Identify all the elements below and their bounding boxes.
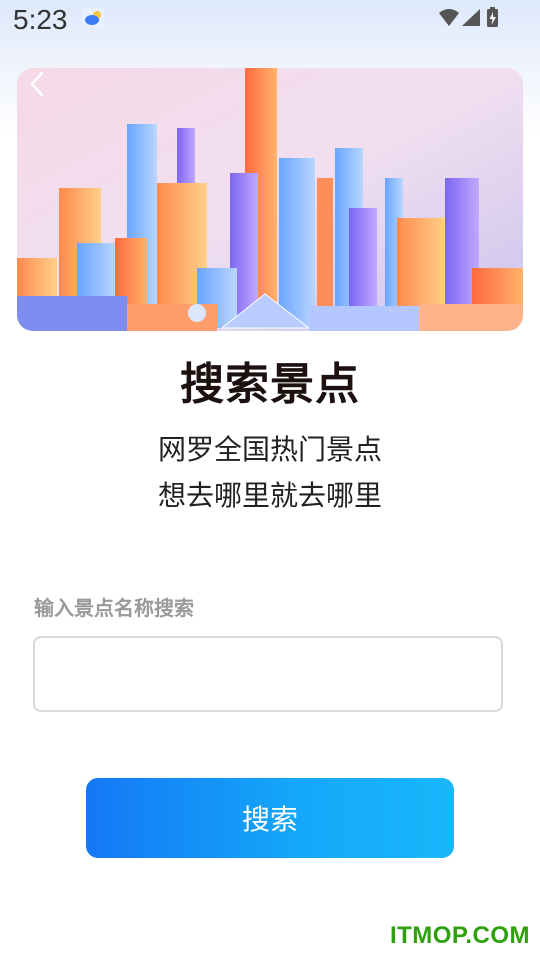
search-button[interactable]: 搜索 (86, 778, 454, 858)
signal-icon (462, 9, 480, 26)
status-time: 5:23 (13, 4, 68, 35)
subtitle-line-2: 想去哪里就去哪里 (157, 479, 382, 512)
search-input-label: 输入景点名称搜索 (34, 596, 194, 620)
search-input[interactable] (33, 636, 503, 712)
watermark-logo: ITMOP.COM (389, 922, 530, 949)
subtitle-line-1: 网罗全国热门景点 (157, 433, 382, 466)
wifi-icon (439, 9, 459, 26)
status-bar: 5:23 (0, 0, 540, 48)
city-skyline-banner (17, 68, 523, 331)
system-status-icons (439, 7, 498, 27)
weather-icon (82, 8, 104, 28)
chevron-left-icon[interactable] (27, 70, 47, 98)
battery-charging-icon (487, 7, 498, 27)
page-title: 搜索景点 (180, 359, 360, 410)
